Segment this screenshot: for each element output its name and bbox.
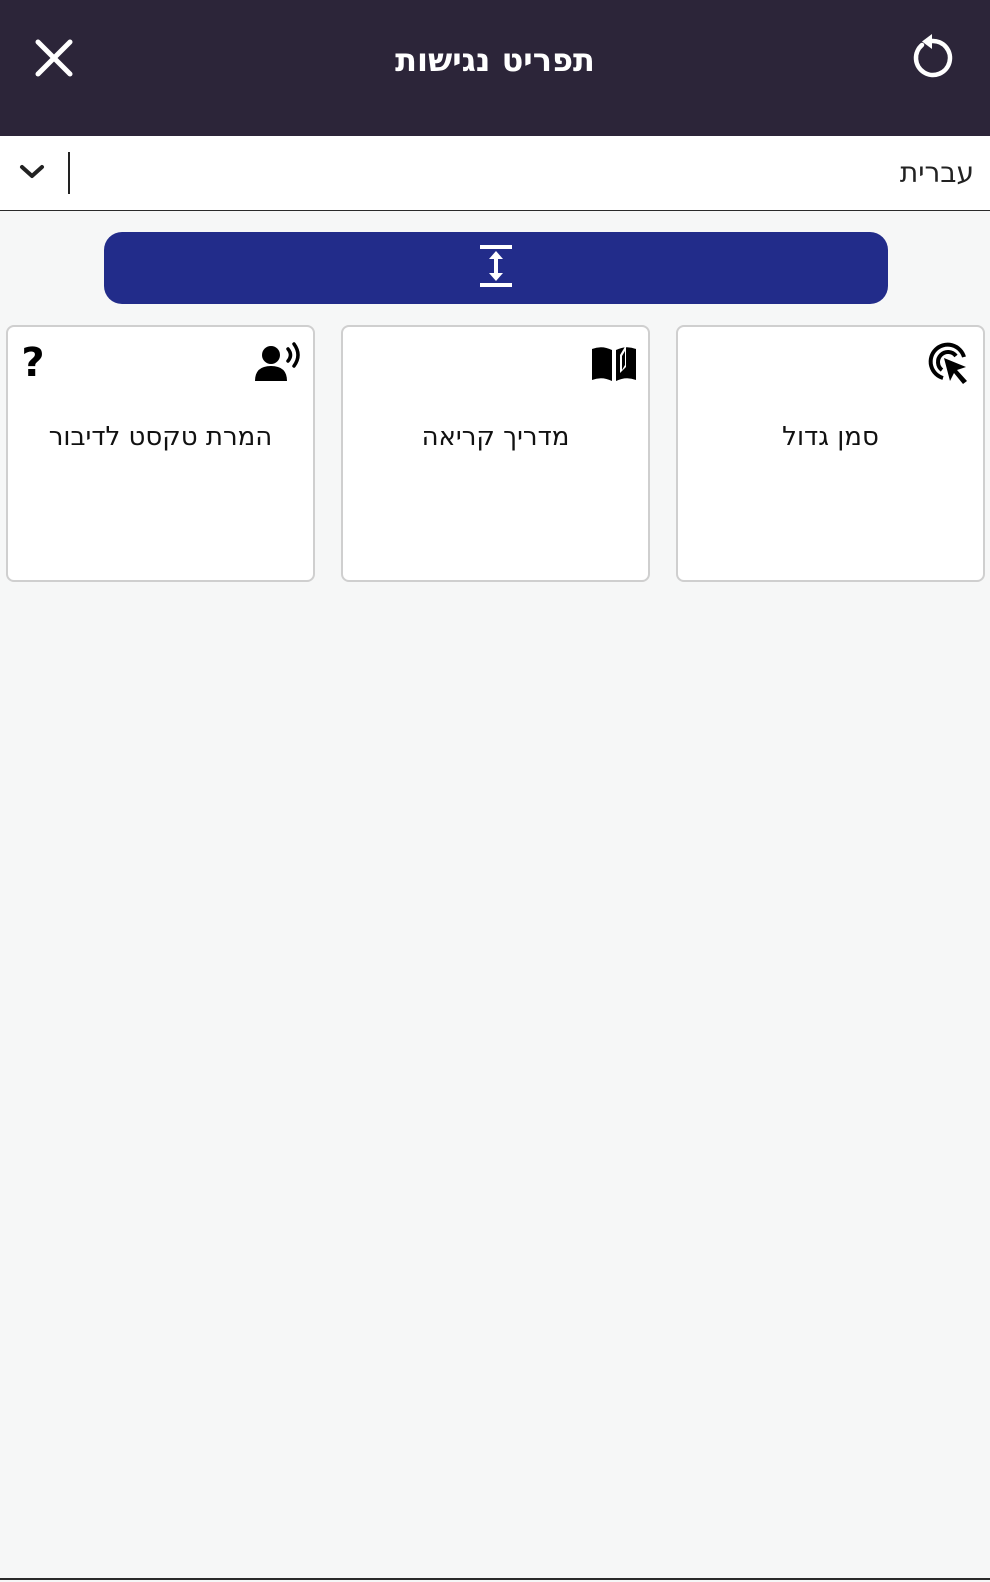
language-dropdown-toggle[interactable] <box>14 158 50 190</box>
header: תפריט נגישות <box>0 0 990 136</box>
language-divider <box>68 152 70 194</box>
accessibility-menu: תפריט נגישות עברית סמן גדול מדריך קריאה … <box>0 0 990 1582</box>
open-book-icon <box>590 339 638 387</box>
vertical-expand-icon <box>478 244 514 292</box>
help-icon[interactable]: ? <box>18 339 48 387</box>
card-reading-guide[interactable]: מדריך קריאה <box>341 325 650 582</box>
language-selected-value: עברית <box>899 156 974 189</box>
large-cursor-icon <box>925 339 973 387</box>
card-label: המרת טקסט לדיבור <box>48 422 273 452</box>
card-label: מדריך קריאה <box>421 422 570 452</box>
close-icon <box>34 38 74 82</box>
page-title: תפריט נגישות <box>395 41 595 79</box>
chevron-down-icon <box>18 163 46 185</box>
card-text-to-speech[interactable]: ? המרת טקסט לדיבור <box>6 325 315 582</box>
bottom-divider <box>0 1578 990 1580</box>
close-button[interactable] <box>28 34 80 86</box>
speaking-person-icon <box>255 339 303 387</box>
language-select[interactable]: עברית <box>0 136 990 211</box>
card-label: סמן גדול <box>782 422 879 452</box>
card-large-cursor[interactable]: סמן גדול <box>676 325 985 582</box>
expand-menu-button[interactable] <box>104 232 888 304</box>
